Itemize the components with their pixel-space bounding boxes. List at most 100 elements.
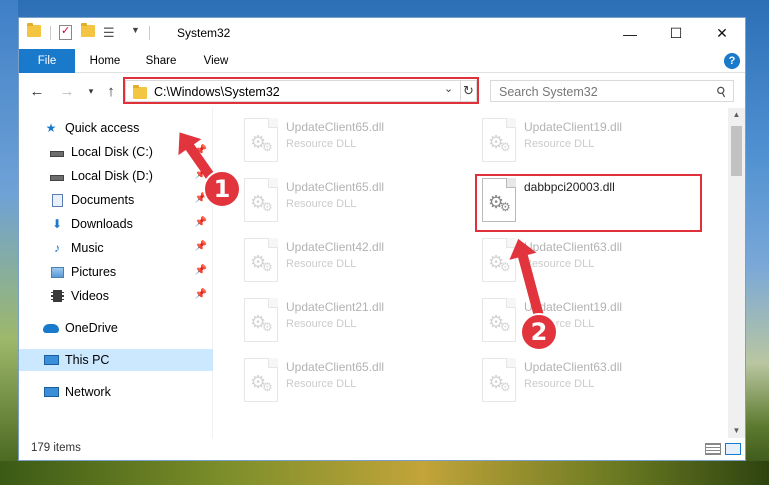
tab-view[interactable]: View <box>194 49 238 73</box>
file-name: UpdateClient42.dll <box>286 240 385 254</box>
sidebar-item-label: Downloads <box>71 217 133 231</box>
sidebar-item-label: OneDrive <box>65 321 118 335</box>
dll-file-icon: ⚙ ⚙ <box>482 358 516 402</box>
this-pc-icon <box>43 353 59 367</box>
sidebar-item-label: Network <box>65 385 111 399</box>
new-folder-icon[interactable] <box>81 23 95 37</box>
sidebar-item-label: This PC <box>65 353 110 367</box>
callout-badge-1: 1 <box>203 170 241 208</box>
file-name: UpdateClient19.dll <box>524 120 623 134</box>
videos-icon <box>49 289 65 303</box>
pin-icon[interactable]: 📌 <box>195 217 207 228</box>
file-type: Resource DLL <box>286 258 357 270</box>
properties-icon[interactable] <box>59 24 72 40</box>
up-button[interactable]: ↑ <box>101 82 121 100</box>
close-button[interactable]: ✕ <box>699 18 745 49</box>
file-item[interactable]: ⚙ ⚙ UpdateClient65.dll Resource DLL <box>214 114 444 166</box>
navigation-pane: ★ Quick access Local Disk (C:) 📌 Local D… <box>19 108 213 438</box>
file-item[interactable]: ⚙ ⚙ UpdateClient65.dll Resource DLL <box>214 174 444 226</box>
desktop-background <box>0 0 18 485</box>
callout-badge-2: 2 <box>520 313 558 351</box>
file-item[interactable]: ⚙ ⚙ UpdateClient63.dll Resource DLL <box>452 234 682 286</box>
sidebar-item-downloads[interactable]: ⬇ Downloads 📌 <box>19 213 213 235</box>
scroll-thumb[interactable] <box>731 126 742 176</box>
desktop-foliage <box>0 461 769 485</box>
forward-button[interactable]: → <box>57 82 77 100</box>
sidebar-item-label: Pictures <box>71 265 117 279</box>
sidebar-item-this-pc[interactable]: This PC <box>19 349 213 371</box>
file-item[interactable]: ⚙ ⚙ UpdateClient65.dll Resource DLL <box>214 354 444 406</box>
file-type: Resource DLL <box>286 378 357 390</box>
help-icon[interactable]: ? <box>724 53 740 69</box>
sidebar-item-label: Videos <box>71 289 109 303</box>
maximize-button[interactable]: ☐ <box>653 18 699 49</box>
title-bar: ☰ ▼ System32 — ☐ ✕ <box>19 18 745 49</box>
dll-file-icon: ⚙ ⚙ <box>244 118 278 162</box>
large-icons-view-icon[interactable] <box>725 443 741 455</box>
item-count: 179 items <box>31 442 81 454</box>
sidebar-item-onedrive[interactable]: OneDrive <box>19 317 213 339</box>
search-icon[interactable]: ⚲ <box>714 83 730 102</box>
customize-toolbar-icon[interactable]: ☰ <box>103 25 115 41</box>
address-highlight <box>123 77 479 104</box>
dll-file-icon: ⚙ ⚙ <box>244 178 278 222</box>
explorer-window: ☰ ▼ System32 — ☐ ✕ File Home Share View … <box>18 17 746 461</box>
recent-locations-icon[interactable]: ▾ <box>81 82 101 100</box>
file-type: Resource DLL <box>524 378 595 390</box>
pin-icon[interactable]: 📌 <box>195 289 207 300</box>
sidebar-item-documents[interactable]: Documents 📌 <box>19 189 213 211</box>
file-item[interactable]: ⚙ ⚙ UpdateClient21.dll Resource DLL <box>214 294 444 346</box>
sidebar-item-label: Documents <box>71 193 135 207</box>
file-name: UpdateClient63.dll <box>524 240 623 254</box>
details-view-icon[interactable] <box>705 443 721 455</box>
file-item[interactable]: ⚙ ⚙ UpdateClient19.dll Resource DLL <box>452 114 682 166</box>
sidebar-item-music[interactable]: ♪ Music 📌 <box>19 237 213 259</box>
file-type: Resource DLL <box>286 138 357 150</box>
window-title: System32 <box>177 26 231 40</box>
sidebar-item-network[interactable]: Network <box>19 381 213 403</box>
sidebar-item-videos[interactable]: Videos 📌 <box>19 285 213 307</box>
vertical-scrollbar[interactable]: ▲ ▼ <box>728 108 745 438</box>
sidebar-item-pictures[interactable]: Pictures 📌 <box>19 261 213 283</box>
file-name: UpdateClient65.dll <box>286 120 385 134</box>
dll-file-icon: ⚙ ⚙ <box>482 118 516 162</box>
tab-file[interactable]: File <box>19 49 75 73</box>
scroll-up-icon[interactable]: ▲ <box>728 108 745 122</box>
minimize-button[interactable]: — <box>607 18 653 49</box>
divider <box>50 26 51 40</box>
drive-icon <box>49 169 65 183</box>
sidebar-item-label: Local Disk (D:) <box>71 169 153 183</box>
search-placeholder: Search System32 <box>499 85 598 99</box>
dll-file-icon: ⚙ ⚙ <box>244 238 278 282</box>
pin-icon[interactable]: 📌 <box>195 241 207 252</box>
file-name: UpdateClient65.dll <box>286 180 385 194</box>
documents-icon <box>49 193 65 207</box>
sidebar-item-label: Quick access <box>65 121 140 135</box>
file-type: Resource DLL <box>286 198 357 210</box>
navigation-bar: ← → ▾ ↑ C:\Windows\System32 ⌄ ↻ Search S… <box>19 74 745 108</box>
back-button[interactable]: ← <box>27 82 47 100</box>
dll-file-icon: ⚙ ⚙ <box>482 298 516 342</box>
tab-share[interactable]: Share <box>137 49 185 73</box>
network-icon <box>43 385 59 399</box>
pictures-icon <box>49 265 65 279</box>
quick-access-dropdown-icon[interactable]: ▼ <box>131 25 140 35</box>
file-name: UpdateClient21.dll <box>286 300 385 314</box>
music-icon: ♪ <box>54 241 60 255</box>
dll-file-icon: ⚙ ⚙ <box>244 298 278 342</box>
file-highlight <box>475 174 702 232</box>
file-item[interactable]: ⚙ ⚙ UpdateClient63.dll Resource DLL <box>452 354 682 406</box>
sidebar-item-local-disk-d[interactable]: Local Disk (D:) 📌 <box>19 165 213 187</box>
tab-home[interactable]: Home <box>81 49 129 73</box>
folder-icon[interactable] <box>27 23 41 37</box>
file-name: UpdateClient63.dll <box>524 360 623 374</box>
file-item[interactable]: ⚙ ⚙ UpdateClient19.dll Resource DLL <box>452 294 682 346</box>
search-input[interactable]: Search System32 ⚲ <box>490 80 734 102</box>
ribbon-tabs: File Home Share View ? <box>19 49 745 73</box>
star-icon: ★ <box>45 121 57 135</box>
file-item[interactable]: ⚙ ⚙ UpdateClient42.dll Resource DLL <box>214 234 444 286</box>
onedrive-icon <box>43 321 59 335</box>
file-type: Resource DLL <box>524 138 595 150</box>
pin-icon[interactable]: 📌 <box>195 265 207 276</box>
scroll-down-icon[interactable]: ▼ <box>728 424 745 438</box>
